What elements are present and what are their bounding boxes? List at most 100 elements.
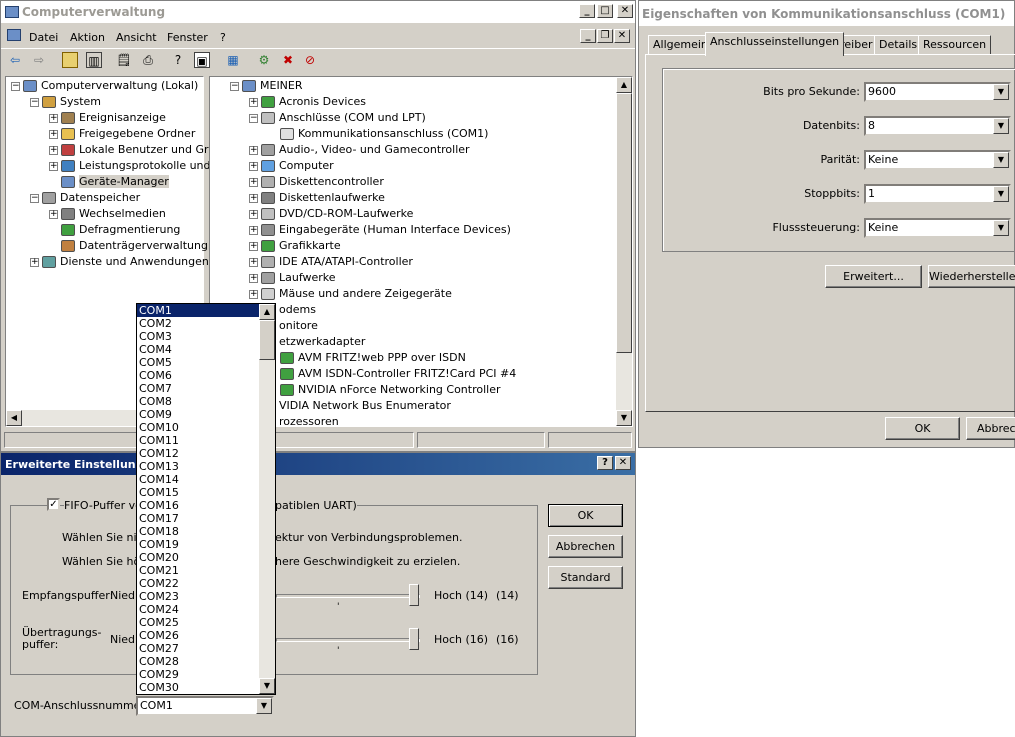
mdi-minimize-button[interactable]: _ <box>580 29 596 43</box>
show-hide-icon[interactable]: ▣ <box>194 52 210 68</box>
ok-button[interactable]: OK <box>885 417 960 440</box>
minimize-button[interactable]: _ <box>579 4 595 18</box>
right-tree-item[interactable]: Laufwerke <box>261 270 336 286</box>
com-port-select[interactable]: COM1 ▼ <box>136 696 274 716</box>
right-tree-item[interactable]: NVIDIA nForce Networking Controller <box>280 382 501 398</box>
field-select[interactable]: 1 ▼ <box>864 184 1011 204</box>
right-tree-expander[interactable]: + <box>249 258 258 267</box>
menu-aktion[interactable]: Aktion <box>70 31 105 44</box>
uebertragung-slider-thumb[interactable] <box>409 628 419 650</box>
right-tree-item[interactable]: IDE ATA/ATAPI-Controller <box>261 254 413 270</box>
erweitert-button[interactable]: Erweitert... <box>825 265 922 288</box>
advanced-standard-button[interactable]: Standard <box>548 566 623 589</box>
left-tree-expander[interactable]: − <box>30 98 39 107</box>
uninstall-icon[interactable]: ✖ <box>280 52 296 68</box>
scan-hardware-icon[interactable]: ▦ <box>225 52 241 68</box>
scroll-down-arrow[interactable]: ▼ <box>616 410 632 426</box>
com-port-option[interactable]: COM3 <box>137 330 259 343</box>
com-port-option[interactable]: COM29 <box>137 668 259 681</box>
mdi-close-button[interactable]: ✕ <box>614 29 630 43</box>
left-tree-item[interactable]: Defragmentierung <box>61 222 180 238</box>
menu-ansicht[interactable]: Ansicht <box>116 31 157 44</box>
tab-allgemein[interactable]: Allgemein <box>648 35 713 55</box>
right-tree-item[interactable]: Grafikkarte <box>261 238 341 254</box>
com-port-option[interactable]: COM22 <box>137 577 259 590</box>
field-select[interactable]: 8 ▼ <box>864 116 1011 136</box>
left-tree-item[interactable]: Geräte-Manager <box>61 174 169 190</box>
properties-icon[interactable]: 🗒 <box>116 52 132 68</box>
tab-details[interactable]: Details <box>874 35 923 55</box>
com-port-option[interactable]: COM24 <box>137 603 259 616</box>
empfang-slider-thumb[interactable] <box>409 584 419 606</box>
com-port-option[interactable]: COM14 <box>137 473 259 486</box>
update-driver-icon[interactable]: ⚙ <box>256 52 272 68</box>
right-tree-item[interactable]: etzwerkadapter <box>261 334 365 350</box>
abbrechen-button-cut[interactable]: Abbrech <box>966 417 1015 440</box>
com-port-option[interactable]: COM4 <box>137 343 259 356</box>
right-tree-item[interactable]: Audio-, Video- und Gamecontroller <box>261 142 470 158</box>
left-tree-item[interactable]: System <box>42 94 101 110</box>
advanced-abbrechen-button[interactable]: Abbrechen <box>548 535 623 558</box>
right-tree-item[interactable]: Mäuse und andere Zeigegeräte <box>261 286 452 302</box>
com-port-option[interactable]: COM13 <box>137 460 259 473</box>
advanced-help-button[interactable]: ? <box>597 456 613 470</box>
right-pane-vscrollbar[interactable]: ▲ ▼ <box>616 77 632 426</box>
chevron-down-icon[interactable]: ▼ <box>993 84 1009 100</box>
scroll-left-arrow[interactable]: ◀ <box>6 410 22 426</box>
com-port-option[interactable]: COM26 <box>137 629 259 642</box>
right-tree-item[interactable]: MEINER <box>242 78 303 94</box>
right-tree-item[interactable]: Computer <box>261 158 334 174</box>
right-tree-item[interactable]: Acronis Devices <box>261 94 366 110</box>
wiederherstellen-button[interactable]: Wiederherstellen <box>928 265 1015 288</box>
advanced-titlebar[interactable]: Erweiterte Einstellungen <box>1 453 635 475</box>
help-icon[interactable]: ? <box>170 52 186 68</box>
com-port-option[interactable]: COM8 <box>137 395 259 408</box>
com-port-option[interactable]: COM9 <box>137 408 259 421</box>
com-port-option[interactable]: COM27 <box>137 642 259 655</box>
right-tree-item[interactable]: Anschlüsse (COM und LPT) <box>261 110 426 126</box>
com-port-option[interactable]: COM21 <box>137 564 259 577</box>
left-tree-item[interactable]: Ereignisanzeige <box>61 110 166 126</box>
right-tree-expander[interactable]: + <box>249 178 258 187</box>
field-select[interactable]: Keine ▼ <box>864 218 1011 238</box>
field-select[interactable]: Keine ▼ <box>864 150 1011 170</box>
right-tree-item[interactable]: VIDIA Network Bus Enumerator <box>261 398 451 414</box>
left-tree-expander[interactable]: − <box>11 82 20 91</box>
com-port-option[interactable]: COM1 <box>137 304 259 317</box>
scroll-thumb[interactable] <box>616 93 632 353</box>
right-tree-item[interactable]: Eingabegeräte (Human Interface Devices) <box>261 222 511 238</box>
right-tree-expander[interactable]: + <box>249 98 258 107</box>
menu-datei[interactable]: Datei <box>29 31 58 44</box>
right-tree-expander[interactable]: + <box>249 290 258 299</box>
left-tree-expander[interactable]: + <box>30 258 39 267</box>
com-port-option[interactable]: COM16 <box>137 499 259 512</box>
right-tree-expander[interactable]: + <box>249 194 258 203</box>
show-tree-icon[interactable]: ▥ <box>86 52 102 68</box>
com-port-option[interactable]: COM20 <box>137 551 259 564</box>
com-scroll-thumb[interactable] <box>259 320 275 360</box>
com-port-option[interactable]: COM7 <box>137 382 259 395</box>
left-tree-expander[interactable]: + <box>49 162 58 171</box>
left-tree-item[interactable]: Datenträgerverwaltung <box>61 238 208 254</box>
left-tree-expander[interactable]: + <box>49 210 58 219</box>
com-scroll-up-arrow[interactable]: ▲ <box>259 304 275 320</box>
chevron-down-icon[interactable]: ▼ <box>993 220 1009 236</box>
com-port-dropdown-list[interactable]: COM1 COM2 COM3 COM4 COM5 COM6 COM7 COM8 COM9 COM1… <box>136 303 276 695</box>
com-list-scrollbar[interactable]: ▲ ▼ <box>259 304 275 694</box>
scroll-up-arrow[interactable]: ▲ <box>616 77 632 93</box>
up-folder-icon[interactable] <box>62 52 78 68</box>
com-port-option[interactable]: COM12 <box>137 447 259 460</box>
right-tree-item[interactable]: Diskettenlaufwerke <box>261 190 385 206</box>
close-button[interactable]: ✕ <box>617 4 633 18</box>
com-port-option[interactable]: COM17 <box>137 512 259 525</box>
fifo-checkbox[interactable]: ✓ <box>47 498 60 511</box>
chevron-down-icon[interactable]: ▼ <box>993 118 1009 134</box>
right-tree-item[interactable]: AVM FRITZ!web PPP over ISDN <box>280 350 466 366</box>
left-tree-item[interactable]: Freigegebene Ordner <box>61 126 195 142</box>
com-scroll-down-arrow[interactable]: ▼ <box>259 678 275 694</box>
print-icon[interactable]: ⎙ <box>140 52 156 68</box>
right-tree-expander[interactable]: + <box>249 242 258 251</box>
com-port-option[interactable]: COM15 <box>137 486 259 499</box>
right-tree-item[interactable]: DVD/CD-ROM-Laufwerke <box>261 206 413 222</box>
left-tree-item[interactable]: Computerverwaltung (Lokal) <box>23 78 198 94</box>
